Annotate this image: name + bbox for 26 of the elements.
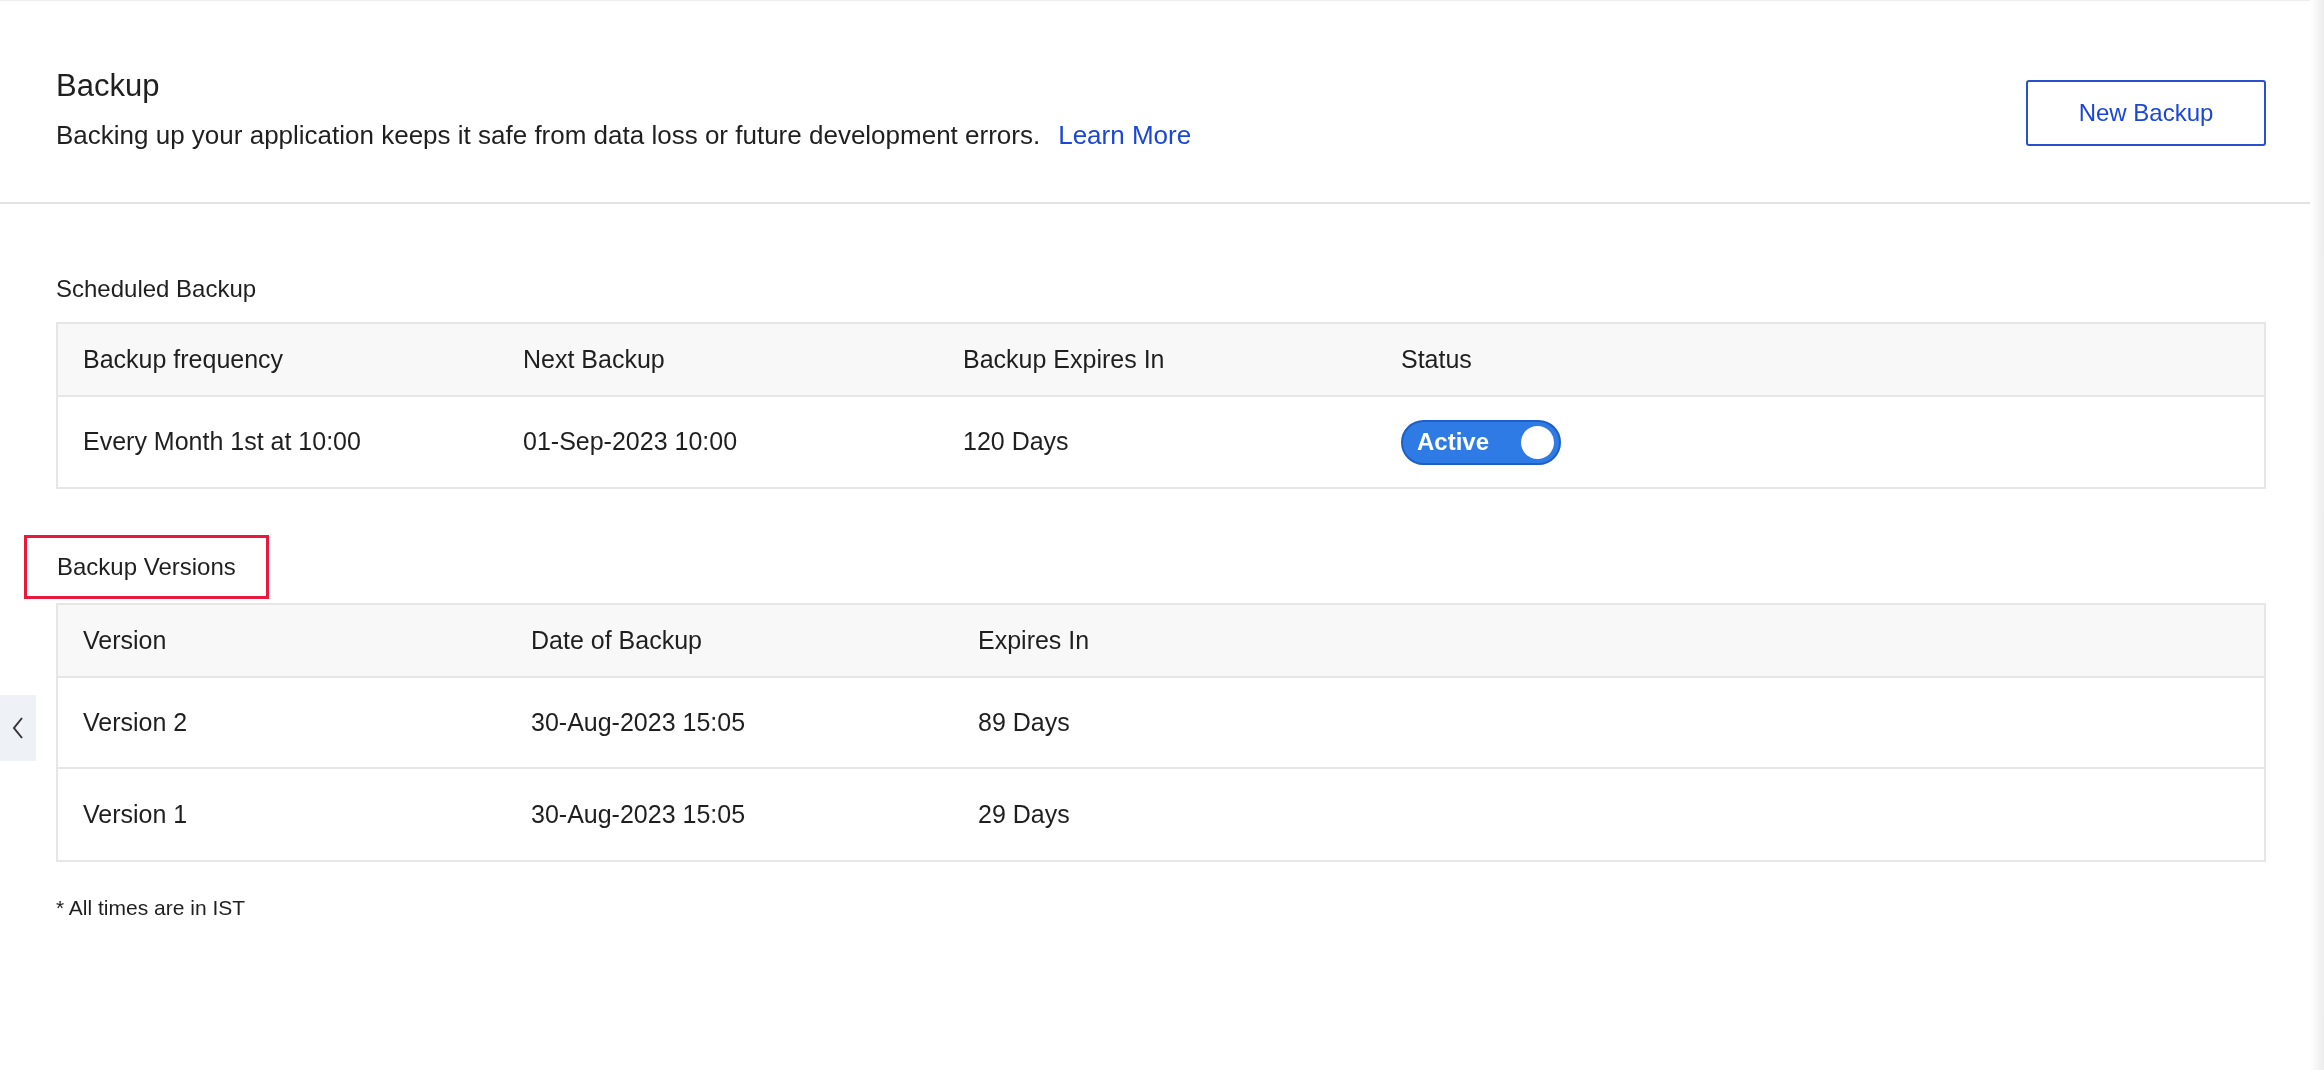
table-cell: Every Month 1st at 10:00	[83, 427, 361, 456]
table-cell: Version 1	[83, 799, 188, 828]
table-cell: 30-Aug-2023 15:05	[531, 707, 746, 736]
collapse-panel-button[interactable]	[0, 695, 36, 761]
footnote-text: * All times are in IST	[56, 895, 247, 921]
status-toggle[interactable]: Active	[1401, 419, 1561, 465]
column-header: Date of Backup	[531, 624, 703, 656]
column-header: Backup frequency	[83, 343, 285, 375]
table-cell: 29 Days	[978, 799, 1070, 828]
section-heading: Scheduled Backup	[56, 274, 258, 304]
column-header: Next Backup	[523, 343, 666, 375]
page-title: Backup	[56, 67, 161, 105]
new-backup-button[interactable]: New Backup	[2026, 80, 2266, 146]
table-cell: 89 Days	[978, 707, 1070, 736]
column-header: Status	[1401, 343, 1473, 375]
learn-more-link[interactable]: Learn More	[1058, 118, 1192, 152]
column-header: Expires In	[978, 624, 1091, 656]
column-header: Version	[83, 624, 168, 656]
table-cell: 01-Sep-2023 10:00	[523, 427, 738, 456]
table-cell: 30-Aug-2023 15:05	[531, 799, 746, 828]
chevron-left-icon	[11, 716, 25, 740]
table-cell: 120 Days	[963, 427, 1069, 456]
table-cell: Version 2	[83, 707, 188, 736]
description-text: Backing up your application keeps it safe from data loss or future development errors.	[56, 119, 1041, 152]
section-heading: Backup Versions	[57, 552, 236, 582]
column-header: Backup Expires In	[963, 343, 1166, 375]
